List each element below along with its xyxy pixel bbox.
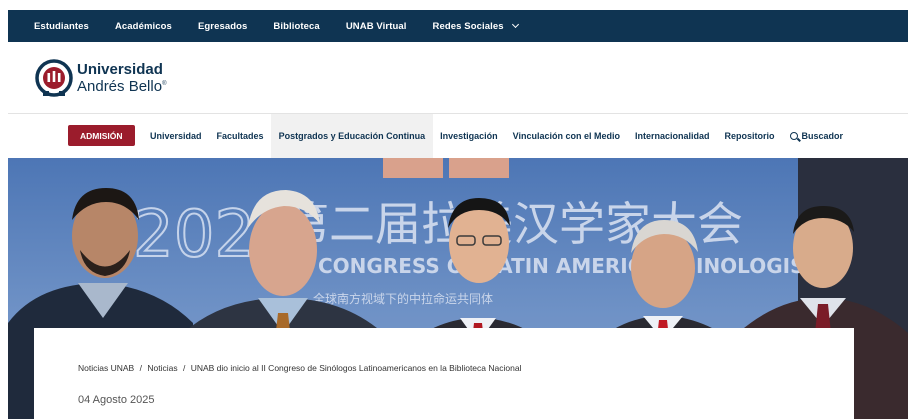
- nav-item-facultades[interactable]: Facultades: [209, 114, 271, 158]
- top-bar: Estudiantes Académicos Egresados Bibliot…: [8, 10, 908, 42]
- university-logo[interactable]: Universidad Andrés Bello®: [34, 57, 166, 99]
- banner-chinese-subtitle: 全球南方视域下的中拉命运共同体: [313, 291, 493, 306]
- breadcrumb-separator: /: [182, 363, 186, 373]
- article-card: Noticias UNAB / Noticias / UNAB dio inic…: [34, 328, 854, 419]
- banner-english-title: CONGRESS OF LATIN AMERICAN SINOLOGISTS: [318, 254, 833, 278]
- breadcrumb-item-current: UNAB dio inicio al II Congreso de Sinólo…: [190, 363, 522, 373]
- nav-item-vinculacion[interactable]: Vinculación con el Medio: [505, 114, 627, 158]
- admision-button[interactable]: ADMISIÓN: [68, 125, 135, 146]
- search-icon: [789, 131, 798, 140]
- nav-item-investigacion[interactable]: Investigación: [433, 114, 506, 158]
- top-link-redes-sociales[interactable]: Redes Sociales: [432, 20, 519, 32]
- logo-line-2: Andrés Bello®: [77, 77, 166, 94]
- logo-wordmark: Universidad Andrés Bello®: [77, 60, 166, 94]
- registered-mark: ®: [162, 80, 167, 87]
- logo-line-2-text: Andrés Bello: [77, 77, 163, 95]
- search-label: Buscador: [801, 130, 844, 141]
- top-link-egresados[interactable]: Egresados: [198, 21, 247, 32]
- breadcrumb-item-noticias-unab[interactable]: Noticias UNAB: [78, 363, 134, 373]
- main-nav: ADMISIÓN Universidad Facultades Postgrad…: [8, 113, 908, 158]
- chevron-down-icon: [511, 20, 519, 29]
- nav-item-internacionalidad[interactable]: Internacionalidad: [627, 114, 717, 158]
- breadcrumb: Noticias UNAB / Noticias / UNAB dio inic…: [78, 363, 524, 373]
- unab-logo-icon: [35, 59, 73, 97]
- nav-item-postgrados[interactable]: Postgrados y Educación Continua: [271, 113, 433, 158]
- top-link-academicos[interactable]: Académicos: [115, 21, 172, 32]
- top-link-unab-virtual[interactable]: UNAB Virtual: [346, 21, 407, 32]
- breadcrumb-separator: /: [139, 363, 142, 373]
- logo-line-1: Universidad: [77, 60, 163, 78]
- nav-item-repositorio[interactable]: Repositorio: [717, 114, 782, 158]
- top-link-estudiantes[interactable]: Estudiantes: [34, 21, 89, 32]
- redes-sociales-label: Redes Sociales: [432, 20, 504, 32]
- top-link-biblioteca[interactable]: Biblioteca: [273, 21, 319, 32]
- breadcrumb-item-noticias[interactable]: Noticias: [147, 363, 177, 373]
- search-button[interactable]: Buscador: [782, 114, 851, 158]
- nav-item-universidad[interactable]: Universidad: [143, 114, 210, 158]
- article-date: 04 Agosto 2025: [78, 394, 155, 406]
